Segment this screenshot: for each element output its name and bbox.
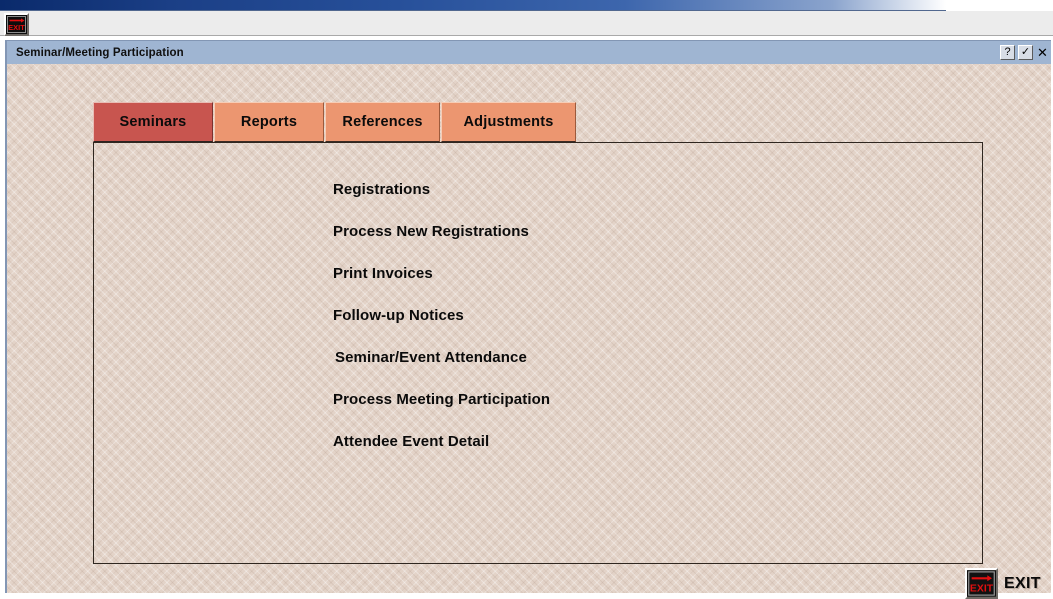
svg-text:EXIT: EXIT: [8, 23, 25, 32]
menu-item-follow-up-notices[interactable]: Follow-up Notices: [333, 295, 550, 337]
exit-label: EXIT: [1004, 574, 1041, 592]
exit-button[interactable]: EXIT: [965, 568, 998, 599]
tab-adjustments[interactable]: Adjustments: [441, 102, 576, 142]
exit-control-group: EXIT EXIT: [965, 568, 1041, 599]
window-controls: ? ✓ ✕: [1000, 45, 1051, 60]
menu-item-print-invoices[interactable]: Print Invoices: [333, 253, 550, 295]
child-window-titlebar[interactable]: Seminar/Meeting Participation ? ✓ ✕: [7, 41, 1051, 64]
tab-strip: Seminars Reports References Adjustments: [93, 102, 577, 142]
os-window-caption-strip: [0, 0, 946, 10]
menu-item-attendee-event-detail[interactable]: Attendee Event Detail: [333, 421, 550, 463]
menu-item-process-meeting-participation[interactable]: Process Meeting Participation: [333, 379, 550, 421]
help-button[interactable]: ?: [1000, 45, 1015, 60]
accept-button[interactable]: ✓: [1018, 45, 1033, 60]
menu-item-process-new-registrations[interactable]: Process New Registrations: [333, 211, 550, 253]
application-root: EXIT Seminar/Meeting Participation ? ✓ ✕…: [0, 0, 1053, 599]
close-button[interactable]: ✕: [1036, 45, 1049, 60]
toolbar-exit-button[interactable]: EXIT: [4, 13, 29, 36]
tab-seminars[interactable]: Seminars: [93, 102, 213, 142]
tab-reports[interactable]: Reports: [214, 102, 324, 142]
exit-sign-icon: EXIT: [6, 15, 27, 34]
seminars-menu-list: Registrations Process New Registrations …: [333, 169, 550, 463]
tab-content-panel: Registrations Process New Registrations …: [93, 142, 983, 564]
child-window-client-area: Seminars Reports References Adjustments …: [7, 64, 1051, 599]
application-toolbar: EXIT: [0, 11, 1053, 36]
menu-item-seminar-event-attendance[interactable]: Seminar/Event Attendance: [333, 337, 550, 379]
tab-references[interactable]: References: [325, 102, 440, 142]
menu-item-registrations[interactable]: Registrations: [333, 169, 550, 211]
child-window: Seminar/Meeting Participation ? ✓ ✕ Semi…: [5, 40, 1051, 599]
child-window-title: Seminar/Meeting Participation: [16, 46, 184, 59]
